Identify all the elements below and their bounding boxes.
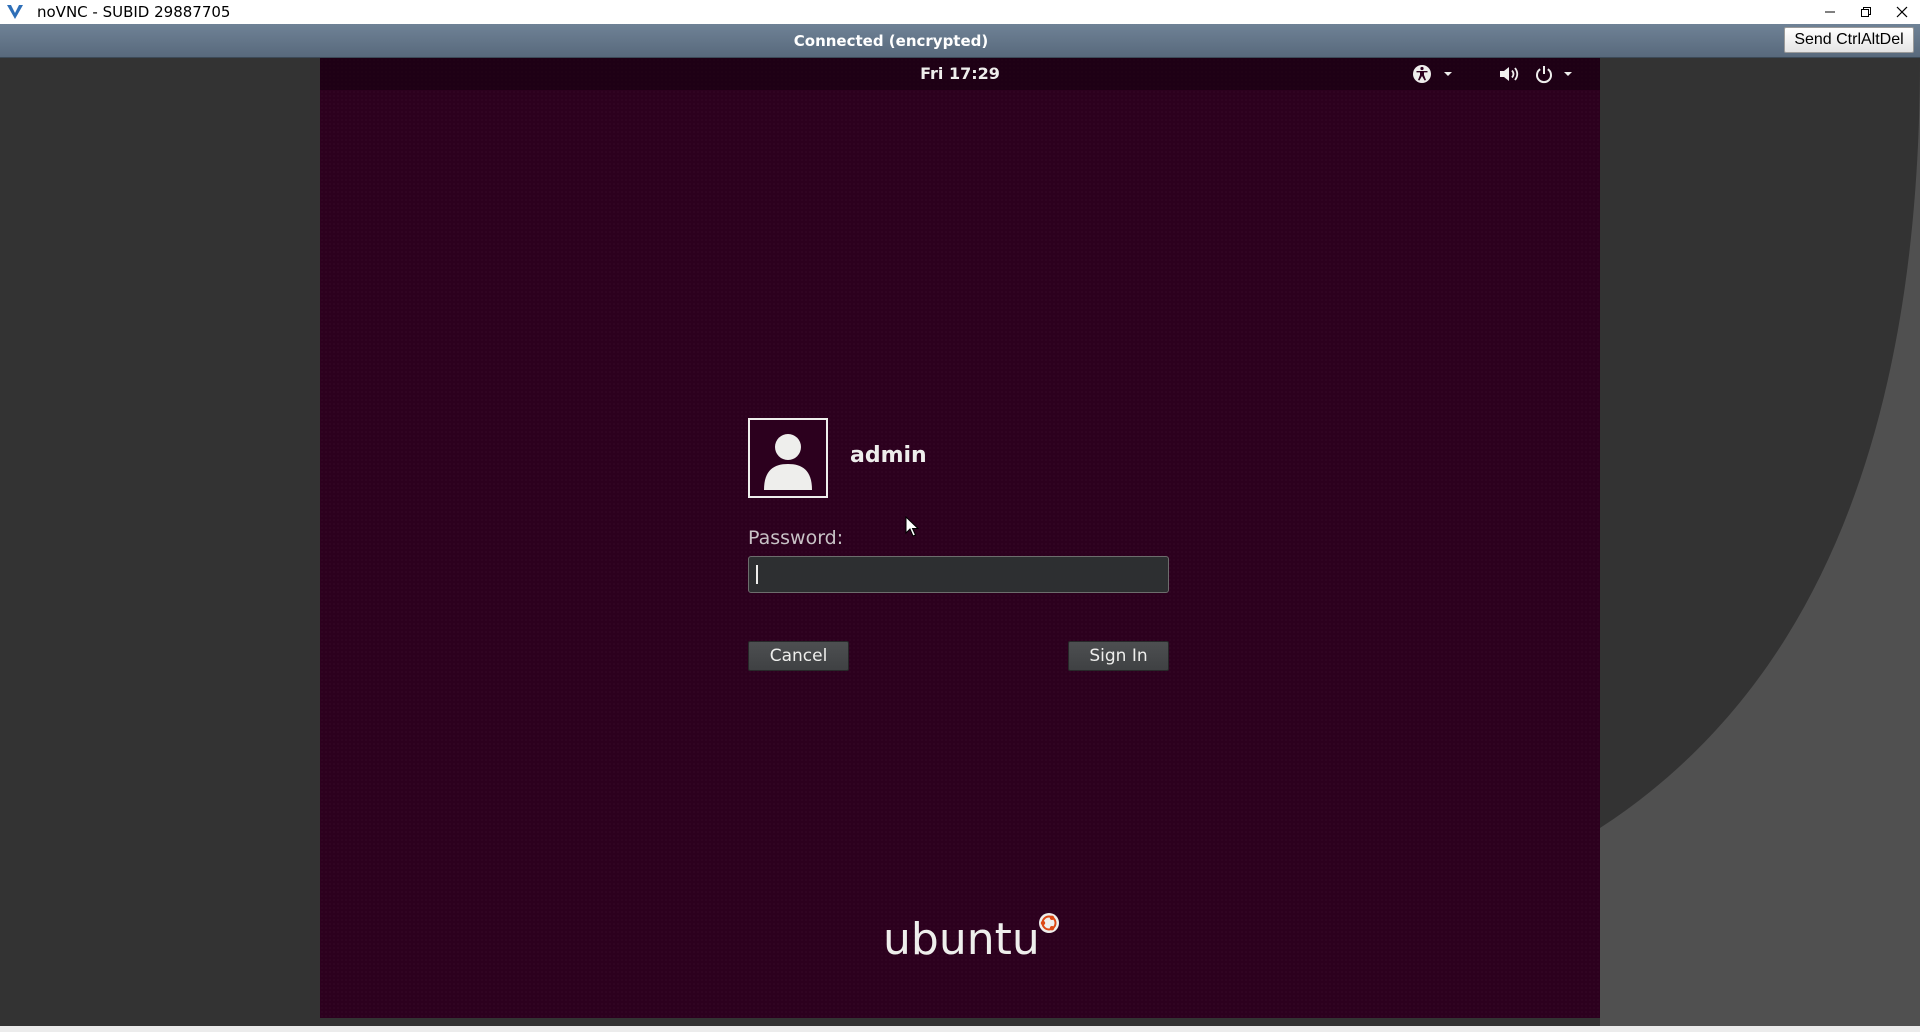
send-ctrl-alt-del-button[interactable]: Send CtrlAltDel	[1784, 27, 1914, 53]
window-titlebar: noVNC - SUBID 29887705	[0, 0, 1920, 24]
accessibility-icon[interactable]	[1412, 64, 1456, 88]
text-caret	[756, 565, 758, 584]
mouse-pointer-icon	[905, 515, 920, 542]
clock[interactable]: Fri 17:29	[320, 58, 1600, 90]
gnome-top-bar: Fri 17:29	[320, 58, 1600, 90]
window-title: noVNC - SUBID 29887705	[37, 3, 231, 21]
ubuntu-circle-of-friends-icon	[1037, 911, 1061, 939]
username-label: admin	[850, 443, 927, 468]
restore-icon[interactable]	[1848, 0, 1884, 24]
power-icon[interactable]	[1534, 64, 1578, 88]
password-label: Password:	[748, 527, 844, 549]
volume-icon[interactable]	[1498, 64, 1522, 88]
connection-status: Connected (encrypted)	[793, 32, 989, 50]
login-dialog: admin Password: Cancel Sign In	[748, 418, 1172, 698]
ubuntu-logo-text: ubuntu	[883, 914, 1040, 965]
password-input[interactable]	[748, 556, 1169, 593]
sign-in-button[interactable]: Sign In	[1068, 641, 1169, 671]
bottom-edge	[0, 1026, 1920, 1032]
vm-screen[interactable]: Fri 17:29 admin Password: Cancel Sign In…	[320, 58, 1600, 1018]
minimize-icon[interactable]	[1812, 0, 1848, 24]
close-icon[interactable]	[1884, 0, 1920, 24]
cancel-button[interactable]: Cancel	[748, 641, 849, 671]
novnc-status-bar: Connected (encrypted) Send CtrlAltDel	[0, 24, 1920, 58]
novnc-logo-icon	[6, 3, 24, 21]
user-avatar-icon	[748, 418, 828, 498]
